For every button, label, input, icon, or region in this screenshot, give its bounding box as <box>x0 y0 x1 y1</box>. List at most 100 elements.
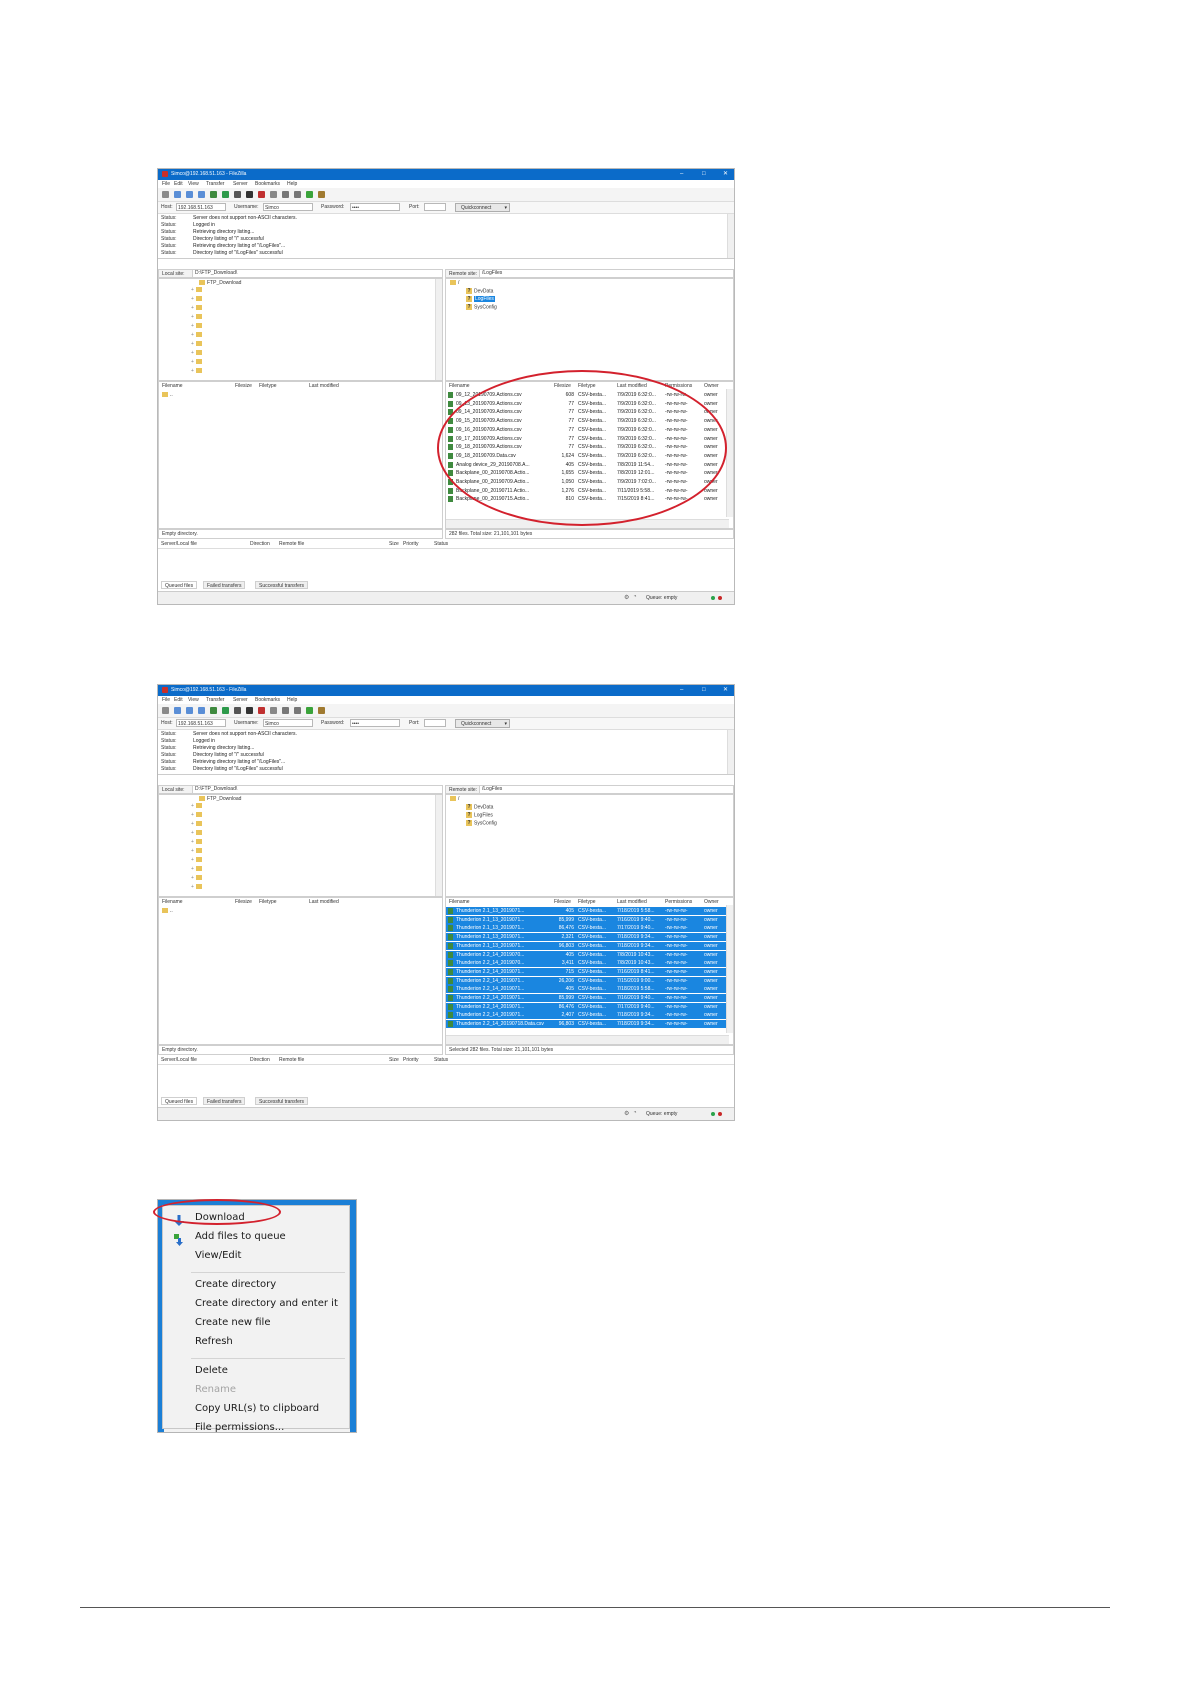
local-tree-folder[interactable]: + <box>191 812 204 819</box>
menu-edit[interactable]: Edit <box>174 181 183 187</box>
remote-list-hscrollbar[interactable] <box>446 1035 729 1044</box>
minimize-icon[interactable]: – <box>680 686 683 694</box>
port-input[interactable] <box>424 203 446 211</box>
remote-tree-root[interactable]: / <box>450 796 459 803</box>
expand-plus-icon[interactable]: + <box>191 341 194 347</box>
username-input[interactable]: Simco <box>263 203 313 211</box>
refresh-icon[interactable] <box>222 707 229 714</box>
queue-column-header[interactable]: Priority <box>403 1057 419 1063</box>
toggle-queue-icon[interactable] <box>210 707 217 714</box>
expand-plus-icon[interactable]: + <box>191 812 194 818</box>
minimize-icon[interactable]: – <box>680 170 683 178</box>
queue-tab[interactable]: Failed transfers <box>203 1097 246 1105</box>
local-tree-folder[interactable]: + <box>191 857 204 864</box>
remote-file-row[interactable]: Backplane_00_20190715.Actio... 810 CSV-bes… <box>446 495 733 503</box>
filter-icon[interactable] <box>282 707 289 714</box>
expand-plus-icon[interactable]: + <box>191 359 194 365</box>
queue-column-header[interactable]: Direction <box>250 1057 270 1063</box>
remote-tree-item[interactable]: ? SysConfig <box>466 820 497 827</box>
remote-file-row[interactable]: Thunderion 2.2_14_2019071... 26,206 CSV-be… <box>446 976 733 985</box>
local-tree-folder[interactable]: + <box>191 830 204 837</box>
remote-file-row[interactable]: 09_12_20190709.Actions.csv 608 CSV-bestа..… <box>446 391 733 399</box>
local-tree-folder[interactable]: + <box>191 314 204 321</box>
remote-file-row[interactable]: Thunderion 2.2_14_2019071... 405 CSV-bestа… <box>446 985 733 994</box>
sync-browse-icon[interactable] <box>306 191 313 198</box>
expand-plus-icon[interactable]: + <box>191 803 194 809</box>
remote-file-row[interactable]: Thunderion 2.2_14_2019071... 86,476 CSV-be… <box>446 1002 733 1011</box>
local-file-row[interactable]: .. <box>159 907 442 915</box>
remote-file-row[interactable]: Backplane_00_20190711.Actio... 1,276 CSV-b… <box>446 487 733 495</box>
remote-file-row[interactable]: 09_14_20190709.Actions.csv 77 CSV-bestа...… <box>446 408 733 416</box>
menu-file[interactable]: File <box>162 181 170 187</box>
expand-plus-icon[interactable]: + <box>191 296 194 302</box>
menu-bookmarks[interactable]: Bookmarks <box>255 697 280 703</box>
local-tree-folder[interactable]: + <box>191 332 204 339</box>
menu-server[interactable]: Server <box>233 181 248 187</box>
close-icon[interactable]: ✕ <box>723 170 728 178</box>
process-queue-icon[interactable] <box>234 707 241 714</box>
queue-tab[interactable]: Successful transfers <box>255 581 309 589</box>
queue-column-header[interactable]: Direction <box>250 541 270 547</box>
local-tree-folder[interactable]: + <box>191 305 204 312</box>
close-icon[interactable]: ✕ <box>723 686 728 694</box>
menu-item-delete[interactable]: Delete <box>195 1364 228 1378</box>
password-input[interactable]: •••• <box>350 203 400 211</box>
password-input[interactable]: •••• <box>350 719 400 727</box>
menu-item-view-edit[interactable]: View/Edit <box>195 1249 241 1263</box>
refresh-icon[interactable] <box>222 191 229 198</box>
menu-item-copy-url-s-to-clipboard[interactable]: Copy URL(s) to clipboard <box>195 1402 319 1416</box>
local-file-row[interactable]: .. <box>159 391 442 399</box>
local-tree-folder[interactable]: + <box>191 323 204 330</box>
log-scrollbar[interactable] <box>727 730 734 774</box>
remote-file-row[interactable]: Thunderion 2.1_13_2019071... 405 CSV-bestа… <box>446 907 733 915</box>
remote-file-row[interactable]: Backplane_00_20190708.Actio... 1,655 CSV-b… <box>446 469 733 477</box>
disconnect-icon[interactable] <box>258 191 265 198</box>
quickconnect-dropdown-icon[interactable]: ▾ <box>504 720 507 728</box>
queue-tab[interactable]: Queued files <box>161 1097 198 1105</box>
expand-plus-icon[interactable]: + <box>191 314 194 320</box>
menu-server[interactable]: Server <box>233 697 248 703</box>
remote-file-row[interactable]: Thunderion 2.1_13_2019071... 85,999 CSV-be… <box>446 915 733 924</box>
remote-file-row[interactable]: Thunderion 2.1_13_2019071... 96,803 CSV-be… <box>446 941 733 950</box>
local-tree-folder[interactable]: + <box>191 839 204 846</box>
queue-column-header[interactable]: Status <box>434 1057 448 1063</box>
remote-tree-item[interactable]: ? DevData <box>466 288 493 295</box>
local-tree-folder[interactable]: + <box>191 296 204 303</box>
remote-tree-item[interactable]: ? SysConfig <box>466 304 497 311</box>
remote-file-row[interactable]: Thunderion 2.2_14_20190718.Data.csv 96,80… <box>446 1020 733 1029</box>
menu-view[interactable]: View <box>188 697 199 703</box>
queue-tab[interactable]: Queued files <box>161 581 198 589</box>
toggle-local-tree-icon[interactable] <box>186 191 193 198</box>
toggle-remote-tree-icon[interactable] <box>198 707 205 714</box>
queue-column-header[interactable]: Size <box>389 541 399 547</box>
search-icon[interactable] <box>318 707 325 714</box>
remote-file-row[interactable]: 09_13_20190709.Actions.csv 77 CSV-bestа...… <box>446 400 733 408</box>
remote-file-row[interactable]: Thunderion 2.2_14_2019070... 3,411 CSV-bes… <box>446 959 733 968</box>
menu-transfer[interactable]: Transfer <box>206 697 224 703</box>
local-tree-folder[interactable]: + <box>191 359 204 366</box>
remote-file-row[interactable]: Thunderion 2.2_14_2019071... 85,999 CSV-be… <box>446 994 733 1002</box>
remote-file-row[interactable]: Thunderion 2.1_13_2019071... 2,321 CSV-bes… <box>446 933 733 942</box>
toggle-log-icon[interactable] <box>174 707 181 714</box>
local-tree-root[interactable]: FTP_Download <box>199 796 241 803</box>
remote-tree-item[interactable]: ? DevData <box>466 804 493 811</box>
expand-plus-icon[interactable]: + <box>191 839 194 845</box>
toggle-local-tree-icon[interactable] <box>186 707 193 714</box>
quickconnect-dropdown-icon[interactable]: ▾ <box>504 204 507 212</box>
menu-item-create-new-file[interactable]: Create new file <box>195 1316 270 1330</box>
queue-column-header[interactable]: Server/Local file <box>161 1057 197 1063</box>
cancel-icon[interactable] <box>246 191 253 198</box>
queue-column-header[interactable]: Status <box>434 541 448 547</box>
menu-help[interactable]: Help <box>287 181 297 187</box>
queue-column-header[interactable]: Remote file <box>279 1057 304 1063</box>
local-tree-folder[interactable]: + <box>191 884 204 891</box>
disconnect-icon[interactable] <box>258 707 265 714</box>
site-manager-icon[interactable] <box>162 707 169 714</box>
remote-site-path[interactable]: /LogFiles <box>479 786 733 793</box>
queue-tab[interactable]: Failed transfers <box>203 581 246 589</box>
site-manager-icon[interactable] <box>162 191 169 198</box>
queue-column-header[interactable]: Remote file <box>279 541 304 547</box>
remote-list-scrollbar[interactable] <box>726 905 733 1033</box>
maximize-icon[interactable]: □ <box>702 686 706 694</box>
expand-plus-icon[interactable]: + <box>191 368 194 374</box>
